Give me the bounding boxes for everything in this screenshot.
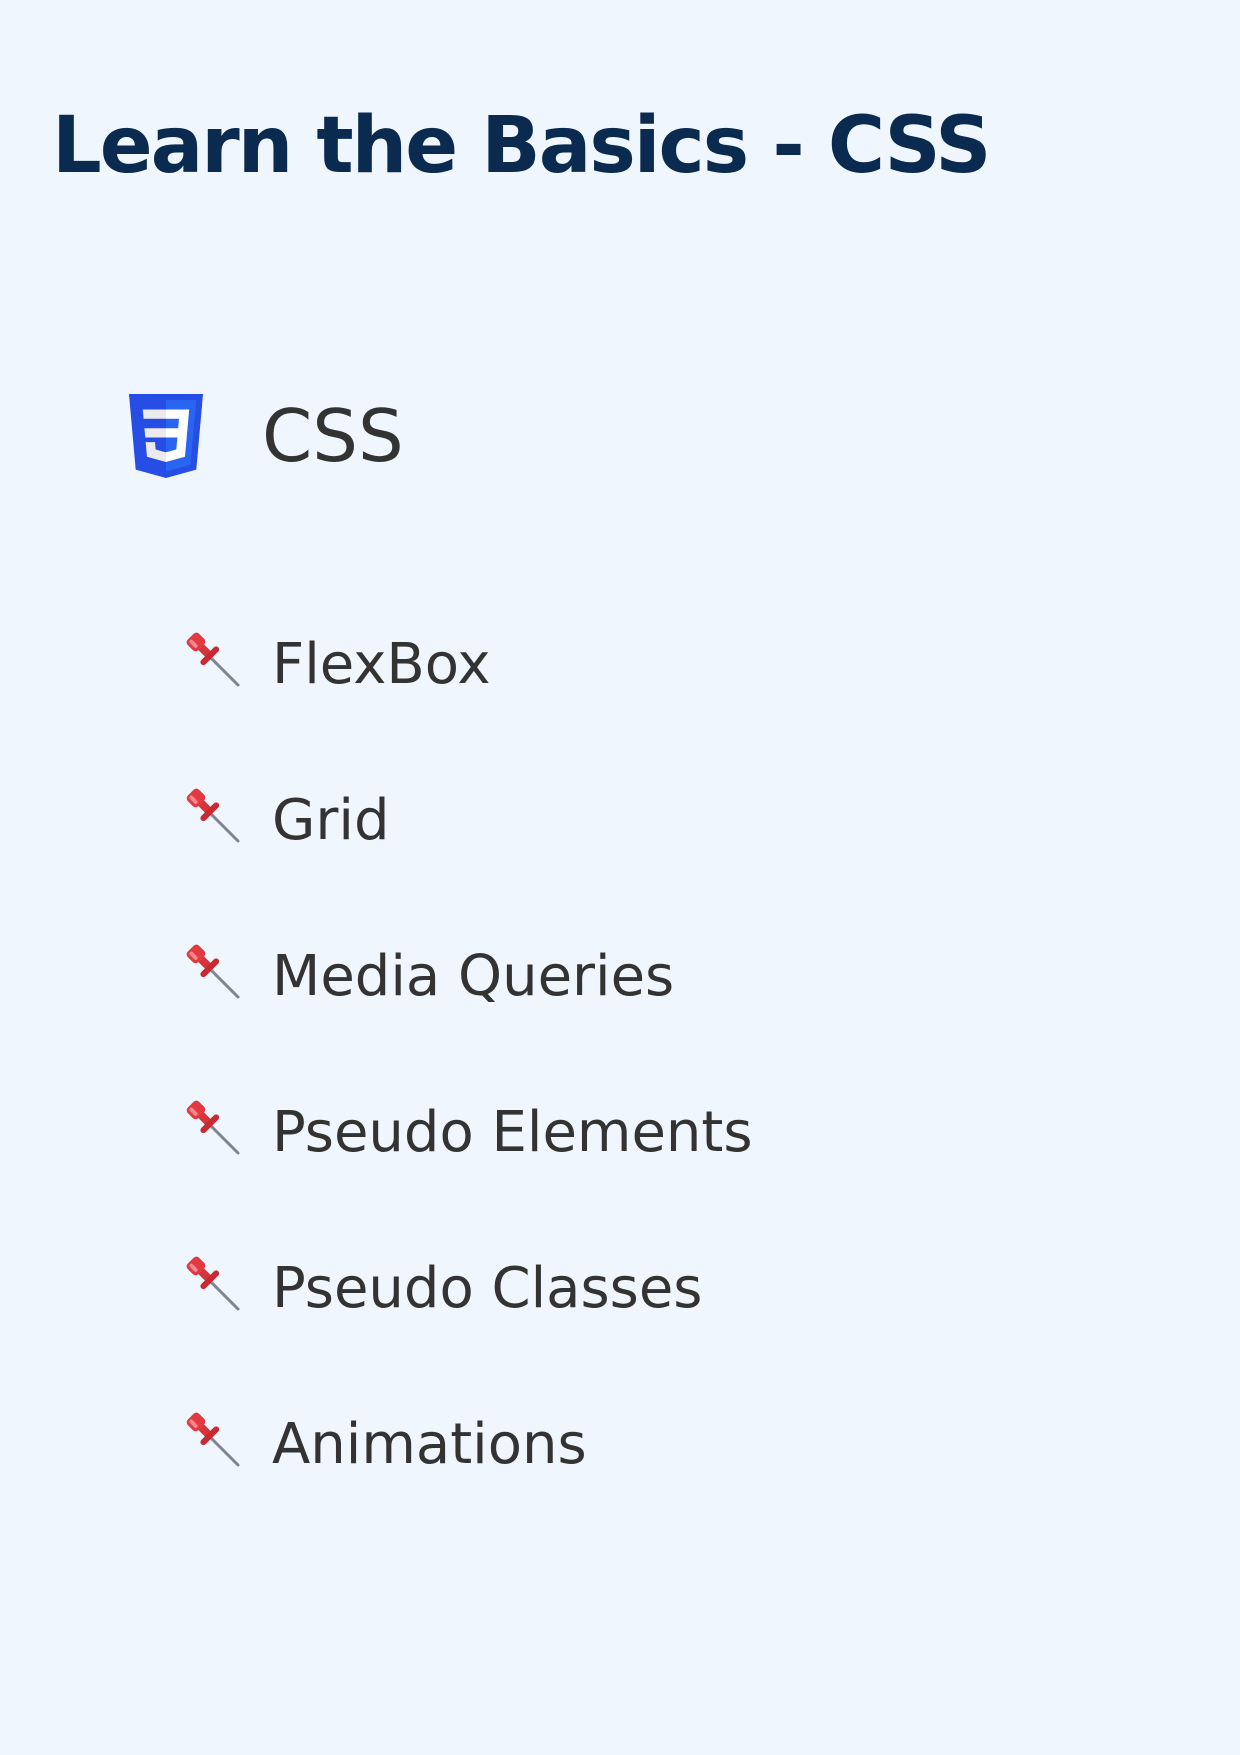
- section-header: CSS: [124, 388, 404, 484]
- list-item: Grid: [180, 784, 753, 940]
- pushpin-icon: [186, 632, 240, 687]
- list-item: Media Queries: [180, 940, 753, 1096]
- pushpin-icon: [186, 944, 240, 999]
- pushpin-icon: [186, 1100, 240, 1155]
- list-item: Pseudo Elements: [180, 1096, 753, 1252]
- topic-label: Grid: [272, 788, 390, 853]
- pushpin-icon: [186, 1256, 240, 1311]
- topic-list: FlexBox Grid Media Queries Pseudo Elemen…: [180, 628, 753, 1564]
- section-label: CSS: [262, 394, 404, 478]
- topic-label: FlexBox: [272, 632, 491, 697]
- page-title: Learn the Basics - CSS: [52, 101, 991, 191]
- list-item: Animations: [180, 1408, 753, 1564]
- topic-label: Pseudo Elements: [272, 1100, 753, 1165]
- list-item: Pseudo Classes: [180, 1252, 753, 1408]
- pushpin-icon: [186, 788, 240, 843]
- topic-label: Media Queries: [272, 944, 675, 1009]
- list-item: FlexBox: [180, 628, 753, 784]
- css3-logo-icon: [128, 394, 204, 478]
- topic-label: Animations: [272, 1412, 587, 1477]
- pushpin-icon: [186, 1412, 240, 1467]
- topic-label: Pseudo Classes: [272, 1256, 703, 1321]
